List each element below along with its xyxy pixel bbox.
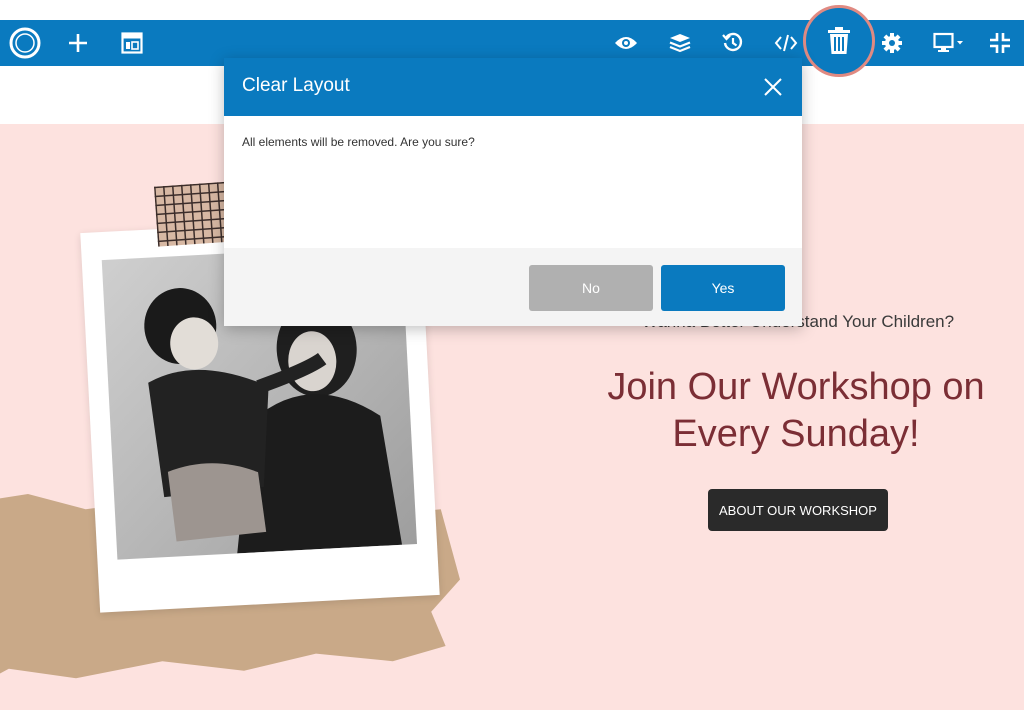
plus-icon: [69, 34, 87, 52]
settings-button[interactable]: [872, 20, 912, 66]
workshop-headline: Join Our Workshop on Every Sunday!: [576, 364, 1016, 458]
dialog-close-button[interactable]: [760, 74, 786, 100]
clear-layout-dialog: Clear Layout All elements will be remove…: [224, 58, 802, 326]
close-icon: [764, 78, 782, 96]
history-icon: [722, 32, 743, 52]
dialog-title: Clear Layout: [242, 75, 350, 96]
gear-icon: [882, 33, 902, 53]
headline-line-1: Join Our Workshop on: [607, 366, 985, 408]
dialog-footer: No Yes: [224, 248, 802, 326]
clear-layout-button[interactable]: [803, 5, 875, 77]
eye-icon: [615, 37, 637, 49]
templates-button[interactable]: [112, 20, 152, 66]
trash-icon: [828, 27, 850, 54]
dialog-header: Clear Layout: [224, 58, 802, 116]
code-icon: [774, 34, 798, 52]
logo-button[interactable]: [5, 20, 45, 66]
dialog-message: All elements will be removed. Are you su…: [242, 135, 475, 149]
about-workshop-button[interactable]: ABOUT OUR WORKSHOP: [708, 489, 888, 531]
logo-icon: [9, 27, 41, 59]
layers-icon: [669, 34, 691, 53]
layout-icon: [121, 32, 143, 54]
no-button[interactable]: No: [529, 265, 653, 311]
responsive-view-button[interactable]: [925, 20, 973, 66]
add-element-button[interactable]: [58, 20, 98, 66]
compress-view-button[interactable]: [980, 20, 1020, 66]
compress-icon: [990, 33, 1010, 53]
yes-button[interactable]: Yes: [661, 265, 785, 311]
headline-line-2: Every Sunday!: [672, 413, 920, 455]
monitor-icon: [933, 32, 963, 52]
